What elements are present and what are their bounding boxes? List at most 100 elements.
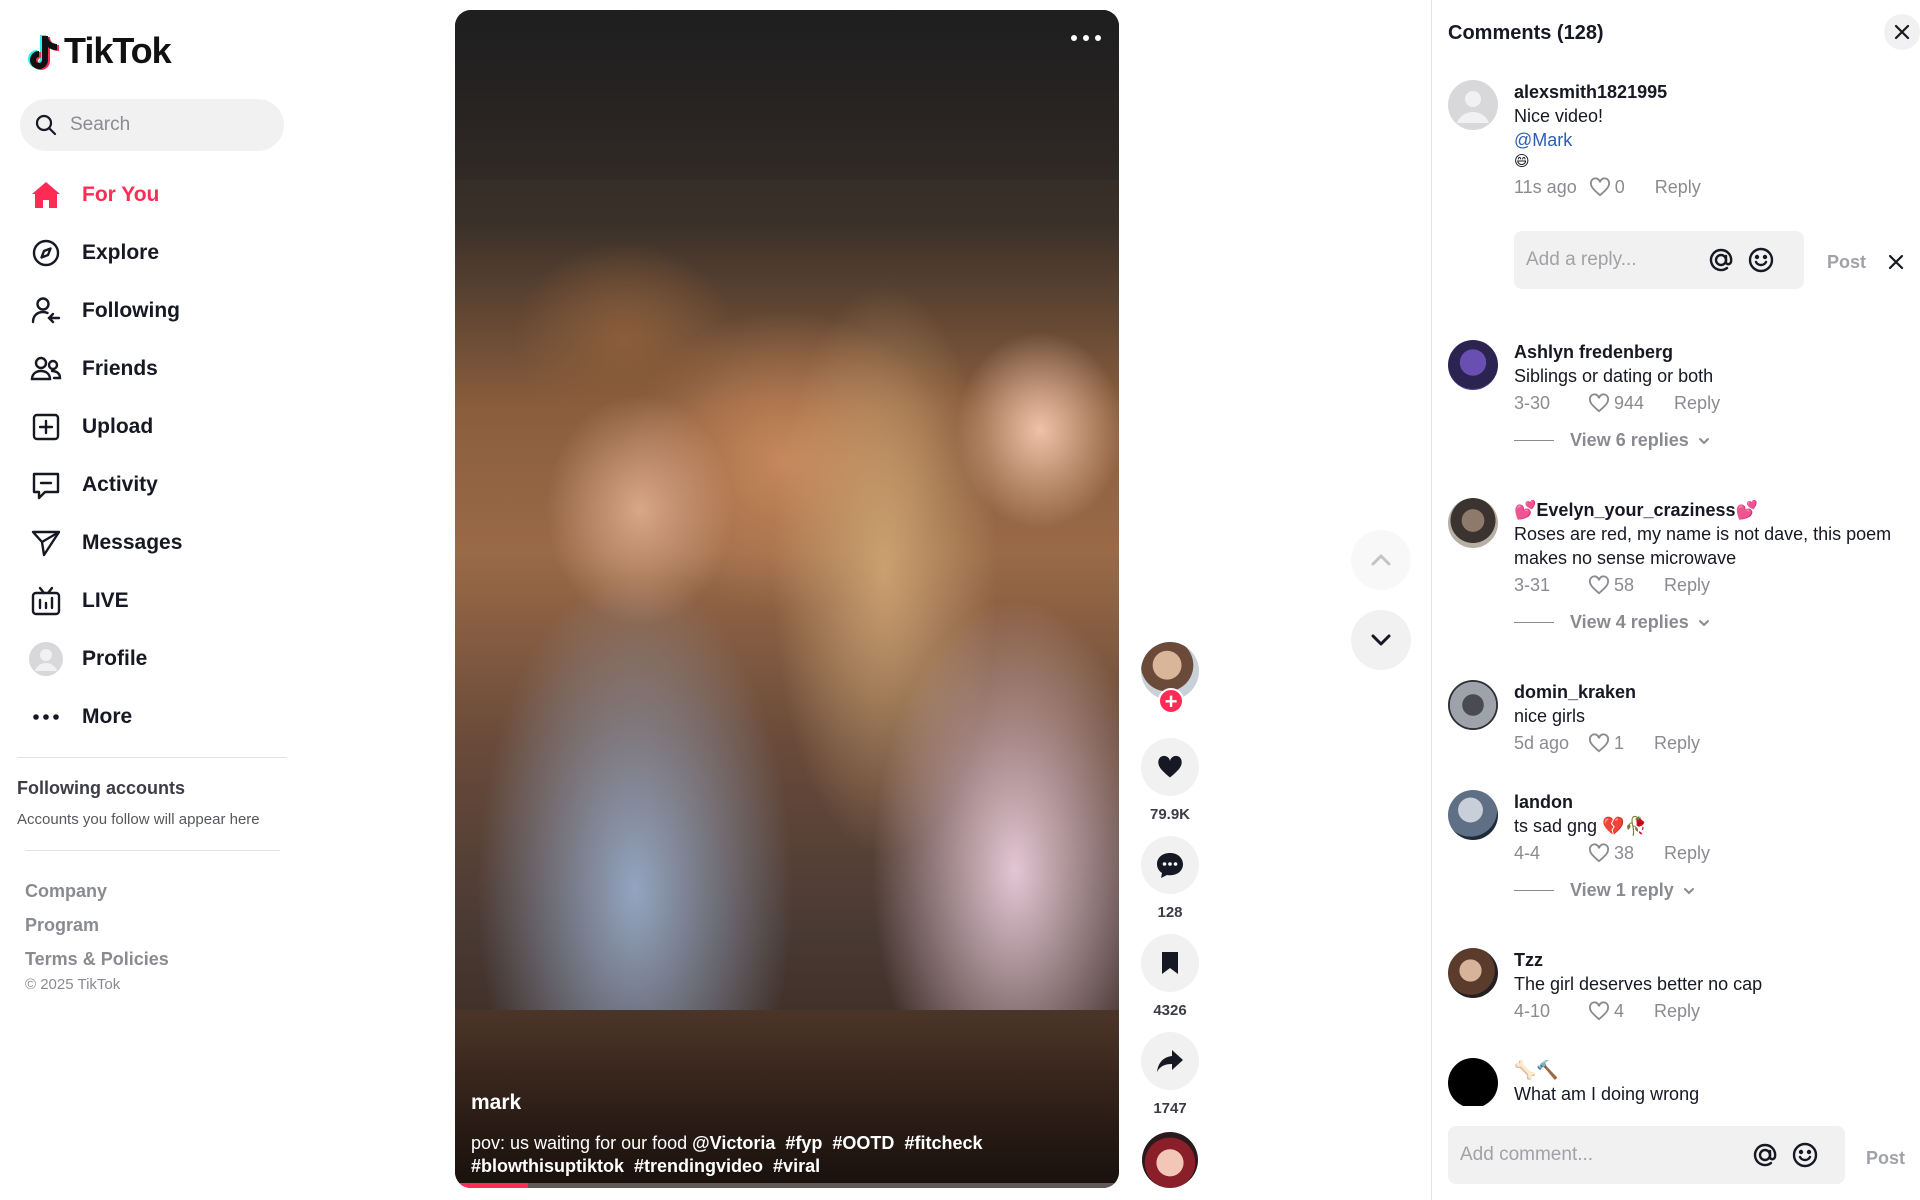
nav-item-explore[interactable]: Explore <box>26 224 286 282</box>
footer-link-company[interactable]: Company <box>25 874 169 908</box>
reply-input-box[interactable] <box>1514 231 1804 289</box>
video-author[interactable]: mark <box>471 1091 521 1115</box>
video-more-button[interactable] <box>1071 28 1101 48</box>
reply-input[interactable] <box>1526 249 1696 271</box>
comment-avatar[interactable] <box>1448 948 1498 998</box>
tiktok-logo[interactable]: TikTok <box>28 30 172 72</box>
comment-like-button[interactable]: 4 <box>1588 1001 1624 1022</box>
video-progress-bar[interactable] <box>455 1183 1119 1188</box>
comment-reply-button[interactable]: Reply <box>1664 843 1710 864</box>
footer-link-program[interactable]: Program <box>25 908 169 942</box>
comment-reply-button[interactable]: Reply <box>1654 733 1700 754</box>
comment-avatar[interactable] <box>1448 80 1498 130</box>
view-replies-button[interactable]: View 1 reply <box>1514 880 1908 901</box>
comments-title: Comments (128) <box>1448 22 1604 44</box>
add-comment-box[interactable] <box>1448 1126 1845 1184</box>
share-action: 1747 <box>1140 1032 1200 1120</box>
reply-close-button[interactable] <box>1888 254 1904 275</box>
sidebar-divider <box>17 757 287 758</box>
heart-outline-icon <box>1589 393 1609 413</box>
share-button[interactable] <box>1141 1032 1199 1090</box>
comment-like-button[interactable]: 1 <box>1588 733 1624 754</box>
video-actions: + 79.9K 128 4326 1747 <box>1140 642 1200 1188</box>
comment-reply-button[interactable]: Reply <box>1655 177 1701 198</box>
video-player[interactable]: mark pov: us waiting for our food @Victo… <box>455 10 1119 1188</box>
emoji-icon[interactable] <box>1790 1140 1820 1170</box>
comment-like-button[interactable]: 38 <box>1588 843 1634 864</box>
hashtag[interactable]: #fitcheck <box>904 1133 982 1153</box>
save-button[interactable] <box>1141 934 1199 992</box>
comment-username[interactable]: domin_kraken <box>1514 680 1908 704</box>
nav-item-live[interactable]: LIVE <box>26 572 286 630</box>
comment-button[interactable] <box>1141 836 1199 894</box>
follow-plus-icon[interactable]: + <box>1158 688 1184 714</box>
hashtag[interactable]: #viral <box>773 1156 820 1176</box>
search-input[interactable] <box>70 114 270 136</box>
nav-item-friends[interactable]: Friends <box>26 340 286 398</box>
comment-emoji: 😄 <box>1514 153 1530 170</box>
music-disc[interactable] <box>1142 1132 1198 1188</box>
comment-avatar[interactable] <box>1448 1058 1498 1106</box>
previous-video-button[interactable] <box>1351 530 1411 590</box>
comment-reply-button[interactable]: Reply <box>1654 1001 1700 1022</box>
heart-outline-icon <box>1589 843 1609 863</box>
comment-like-button[interactable]: 58 <box>1588 575 1634 596</box>
close-comments-button[interactable] <box>1884 14 1920 50</box>
description-mention[interactable]: @Victoria <box>692 1133 775 1153</box>
comment-reply-button[interactable]: Reply <box>1664 575 1710 596</box>
comment-avatar[interactable] <box>1448 790 1498 840</box>
comment-username[interactable]: landon <box>1514 790 1908 814</box>
like-button[interactable] <box>1141 738 1199 796</box>
comment-avatar[interactable] <box>1448 498 1498 548</box>
comments-panel: Comments (128) alexsmith1821995 Nice vid… <box>1431 0 1920 1200</box>
video-frame-ceiling <box>455 10 1119 180</box>
hashtag[interactable]: #trendingvideo <box>634 1156 763 1176</box>
comment-reply-button[interactable]: Reply <box>1674 393 1720 414</box>
comment-meta: 11s ago 0 Reply <box>1514 174 1908 200</box>
comment-like-button[interactable]: 0 <box>1589 177 1625 198</box>
hashtag[interactable]: #fyp <box>785 1133 822 1153</box>
nav-item-profile[interactable]: Profile <box>26 630 286 688</box>
nav-item-for-you[interactable]: For You <box>26 166 286 224</box>
mention-at-icon[interactable] <box>1750 1140 1780 1170</box>
footer-link-terms[interactable]: Terms & Policies <box>25 942 169 976</box>
nav-item-activity[interactable]: Activity <box>26 456 286 514</box>
comment-username[interactable]: alexsmith1821995 <box>1514 80 1908 104</box>
comment-username[interactable]: 💕Evelyn_your_craziness💕 <box>1514 498 1908 522</box>
comment-like-count: 944 <box>1614 392 1645 413</box>
emoji-icon[interactable] <box>1746 245 1776 275</box>
chevron-down-icon <box>1371 634 1391 646</box>
comment-avatar[interactable] <box>1448 680 1498 730</box>
nav-item-label: Friends <box>82 357 158 380</box>
add-comment-post-button[interactable]: Post <box>1866 1148 1905 1169</box>
copyright: © 2025 TikTok <box>25 976 121 993</box>
mention-at-icon[interactable] <box>1706 245 1736 275</box>
search-box[interactable] <box>20 99 284 151</box>
view-replies-button[interactable]: View 6 replies <box>1514 430 1908 451</box>
comment-action: 128 <box>1140 836 1200 924</box>
creator-avatar[interactable]: + <box>1141 642 1199 714</box>
reply-post-button[interactable]: Post <box>1827 252 1866 273</box>
footer-links: Company Program Terms & Policies <box>25 874 169 976</box>
nav-item-following[interactable]: Following <box>26 282 286 340</box>
hashtag[interactable]: #OOTD <box>832 1133 894 1153</box>
comment-username[interactable]: 🦴🔨 <box>1514 1058 1908 1082</box>
nav-item-upload[interactable]: Upload <box>26 398 286 456</box>
comment-like-button[interactable]: 944 <box>1588 393 1644 414</box>
nav-item-messages[interactable]: Messages <box>26 514 286 572</box>
comment-username[interactable]: Tzz <box>1514 948 1908 972</box>
comment-count: 128 <box>1157 904 1183 921</box>
comment-meta: 3-31 58 Reply <box>1514 572 1908 598</box>
nav-item-label: Explore <box>82 241 160 264</box>
comment-avatar[interactable] <box>1448 340 1498 390</box>
hashtag[interactable]: #blowthisuptiktok <box>471 1156 624 1176</box>
nav-item-label: Profile <box>82 647 148 670</box>
comment-like-count: 58 <box>1614 574 1635 595</box>
sidebar-divider <box>25 850 280 851</box>
comment-mention[interactable]: @Mark <box>1514 128 1908 152</box>
comment-username[interactable]: Ashlyn fredenberg <box>1514 340 1908 364</box>
next-video-button[interactable] <box>1351 610 1411 670</box>
add-comment-input[interactable] <box>1460 1144 1740 1166</box>
nav-item-more[interactable]: More <box>26 688 286 746</box>
view-replies-button[interactable]: View 4 replies <box>1514 612 1908 633</box>
